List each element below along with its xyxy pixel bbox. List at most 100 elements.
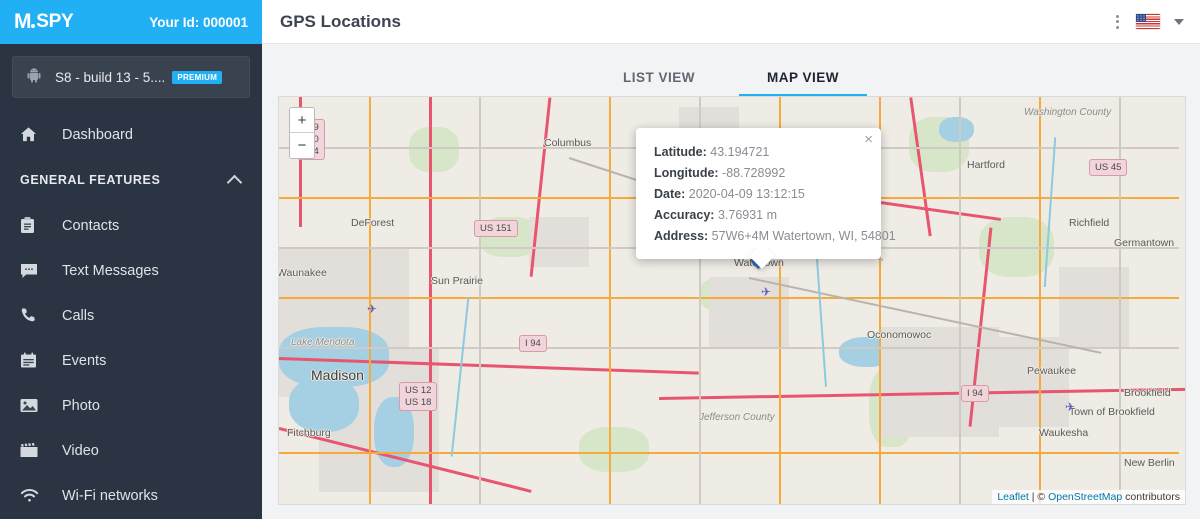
sidebar-nav: Dashboard GENERAL FEATURES Contacts Text… [0,112,262,518]
android-icon [23,67,45,87]
logo-mark: M [14,10,32,33]
main-content: GPS Locations LIST VIEW MAP VIEW + − US … [262,0,1200,519]
sidebar: M SPY Your Id: 000001 S8 - build 13 - 5..… [0,0,262,519]
map-label: Lake Mendota [291,337,355,348]
sidebar-item-label: Dashboard [62,126,133,143]
sidebar-item-label: Video [62,442,99,459]
phone-icon [20,307,44,324]
sidebar-item-dashboard[interactable]: Dashboard [0,112,262,157]
map-zoom-controls: + − [289,107,315,159]
map-county-label: Washington County [1024,107,1112,118]
view-tabs: LIST VIEW MAP VIEW [262,44,1200,96]
map-label: Town of Brookfield [1069,406,1155,418]
tab-map-view[interactable]: MAP VIEW [738,70,868,96]
leaflet-map[interactable]: + − I 39I 90I 94 US 151 I 94 US 12US 18 … [278,96,1186,505]
tab-list-view[interactable]: LIST VIEW [623,70,695,96]
highway-shield: US 12 US 18 [399,382,438,411]
map-county-label: Jefferson County [699,412,775,423]
popup-row-accuracy: Accuracy: 3.76931 m [654,205,863,226]
us-flag-icon[interactable] [1136,14,1160,29]
zoom-out-button[interactable]: − [290,133,314,158]
your-id-label: Your Id: 000001 [149,14,248,30]
popup-key: Accuracy: [654,208,715,222]
highway-shield: I 94 [519,335,547,352]
video-icon [20,443,44,458]
map-label: Fitchburg [287,427,331,439]
map-label: Germantown [1114,237,1175,249]
sidebar-item-calls[interactable]: Calls [0,293,262,338]
premium-badge: PREMIUM [172,70,223,84]
popup-value: 43.194721 [710,145,770,159]
logo-text: SPY [36,11,74,32]
sidebar-item-events[interactable]: Events [0,338,262,383]
wifi-icon [20,488,44,503]
map-label: Waunakee [278,267,327,279]
device-name: S8 - build 13 - 5.... [55,69,166,85]
popup-row-date: Date: 2020-04-09 13:12:15 [654,184,863,205]
chevron-up-icon [226,174,243,190]
sidebar-item-label: Wi-Fi networks [62,487,158,504]
leaflet-link[interactable]: Leaflet [997,491,1029,503]
map-label: Sun Prairie [431,275,483,287]
page-title: GPS Locations [280,11,401,31]
device-selector[interactable]: S8 - build 13 - 5.... PREMIUM [12,56,250,98]
popup-row-longitude: Longitude: -88.728992 [654,163,863,184]
popup-key: Address: [654,229,709,243]
app-root: M SPY Your Id: 000001 S8 - build 13 - 5..… [0,0,1200,519]
calendar-icon [20,352,44,369]
close-icon[interactable]: × [864,132,873,147]
popup-value: 2020-04-09 13:12:15 [688,187,805,201]
highway-shield: US 45 [1089,159,1128,176]
attribution-tail: contributors [1122,491,1180,503]
popup-value: 57W6+4M Watertown, WI, 54801 [711,229,896,243]
zoom-in-button[interactable]: + [290,108,314,133]
sidebar-item-label: Calls [62,307,95,324]
map-label: Hartford [967,159,1005,171]
popup-key: Date: [654,187,686,201]
mspy-logo[interactable]: M SPY [14,10,74,34]
popup-key: Latitude: [654,145,707,159]
osm-link[interactable]: OpenStreetMap [1048,491,1122,503]
brand-bar: M SPY Your Id: 000001 [0,0,262,44]
logo-dot [31,23,36,28]
sidebar-item-label: Photo [62,397,100,414]
sidebar-item-wifi-networks[interactable]: Wi-Fi networks [0,473,262,518]
map-label: Waukesha [1039,427,1089,439]
sidebar-item-label: Events [62,352,107,369]
map-attribution: Leaflet | © OpenStreetMap contributors [992,490,1185,504]
airport-icon: ✈ [761,285,772,299]
popup-row-latitude: Latitude: 43.194721 [654,142,863,163]
attribution-separator: | © [1028,491,1049,503]
map-label: Oconomowoc [867,329,932,341]
airport-icon: ✈ [1065,400,1076,414]
map-label: DeForest [351,217,395,229]
map-label: Richfield [1069,217,1110,229]
map-label: Brookfield [1124,387,1171,399]
map-label: Columbus [544,137,592,149]
sidebar-item-text-messages[interactable]: Text Messages [0,248,262,293]
map-label: Madison [311,367,364,383]
popup-key: Longitude: [654,166,719,180]
sidebar-item-video[interactable]: Video [0,428,262,473]
more-vertical-icon[interactable] [1113,12,1122,32]
sidebar-item-label: Text Messages [62,262,159,279]
popup-row-address: Address: 57W6+4M Watertown, WI, 54801 [654,226,896,247]
popup-value: -88.728992 [722,166,786,180]
sidebar-item-label: Contacts [62,217,120,234]
contacts-icon [20,217,44,234]
map-label: New Berlin [1124,457,1175,469]
popup-value: 3.76931 m [717,208,778,222]
sidebar-section-general-features[interactable]: GENERAL FEATURES [0,157,262,203]
map-label: Pewaukee [1027,365,1077,377]
message-icon [20,263,44,279]
sidebar-item-photo[interactable]: Photo [0,383,262,428]
chevron-down-icon[interactable] [1174,18,1184,25]
top-bar: GPS Locations [262,0,1200,44]
airport-icon: ✈ [367,302,378,316]
highway-shield: US 151 [474,220,518,237]
map-container: + − I 39I 90I 94 US 151 I 94 US 12US 18 … [262,96,1200,519]
highway-shield: I 94 [961,385,989,402]
sidebar-item-contacts[interactable]: Contacts [0,203,262,248]
photo-icon [20,398,44,413]
section-label: GENERAL FEATURES [20,173,161,187]
